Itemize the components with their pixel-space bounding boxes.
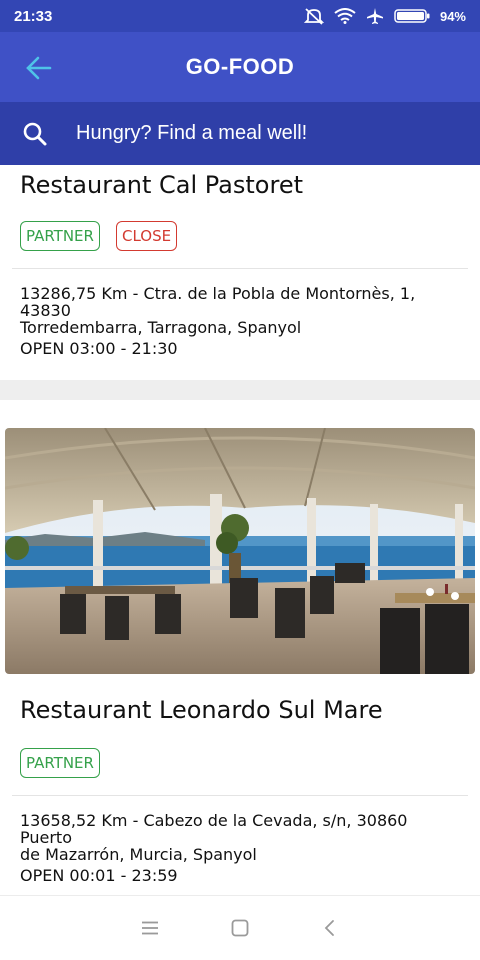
- status-time: 21:33: [14, 7, 53, 25]
- partner-badge: PARTNER: [20, 221, 100, 251]
- divider: [12, 268, 468, 269]
- back-chevron-icon[interactable]: [321, 919, 339, 937]
- restaurant-card[interactable]: Restaurant Cal Pastoret PARTNER CLOSE 13…: [0, 165, 480, 380]
- address-line: 13658,52 Km - Cabezo de la Cevada, s/n, …: [20, 811, 408, 847]
- opening-hours: OPEN 03:00 - 21:30: [20, 339, 178, 358]
- restaurant-name: Restaurant Leonardo Sul Mare: [20, 696, 383, 724]
- status-bar: 21:33 94%: [0, 0, 480, 32]
- do-not-disturb-icon: [303, 7, 324, 25]
- battery-percent: 94%: [439, 8, 466, 24]
- address-line: Torredembarra, Tarragona, Spanyol: [20, 318, 302, 337]
- search-input[interactable]: [76, 122, 436, 145]
- airplane-mode-icon: [366, 7, 384, 25]
- app-bar: GO-FOOD: [0, 32, 480, 102]
- restaurant-list: Restaurant Cal Pastoret PARTNER CLOSE 13…: [0, 165, 480, 895]
- opening-hours: OPEN 00:01 - 23:59: [20, 866, 178, 885]
- wifi-icon: [334, 8, 356, 24]
- menu-icon[interactable]: [141, 919, 159, 937]
- restaurant-address: 13286,75 Km - Ctra. de la Pobla de Monto…: [0, 285, 480, 336]
- battery-icon: [394, 9, 430, 23]
- partner-badge: PARTNER: [20, 748, 100, 778]
- restaurant-card[interactable]: Restaurant Leonardo Sul Mare PARTNER 136…: [0, 400, 480, 895]
- close-badge: CLOSE: [115, 221, 178, 251]
- page-title: GO-FOOD: [185, 54, 295, 79]
- restaurant-photo[interactable]: [5, 428, 475, 674]
- restaurant-name: Restaurant Cal Pastoret: [20, 171, 303, 199]
- badge-row: PARTNER CLOSE: [0, 221, 178, 251]
- search-bar: [0, 102, 480, 165]
- card-separator: [0, 380, 480, 400]
- badge-row: PARTNER: [0, 748, 100, 778]
- address-line: de Mazarrón, Murcia, Spanyol: [20, 845, 257, 864]
- status-icons: 94%: [303, 7, 466, 25]
- restaurant-address: 13658,52 Km - Cabezo de la Cevada, s/n, …: [0, 812, 480, 863]
- arrow-back-icon[interactable]: [24, 54, 54, 82]
- search-icon[interactable]: [22, 121, 48, 147]
- divider: [12, 795, 468, 796]
- address-line: 13286,75 Km - Ctra. de la Pobla de Monto…: [20, 284, 416, 320]
- home-square-icon[interactable]: [231, 919, 249, 937]
- system-nav-bar: [0, 895, 480, 960]
